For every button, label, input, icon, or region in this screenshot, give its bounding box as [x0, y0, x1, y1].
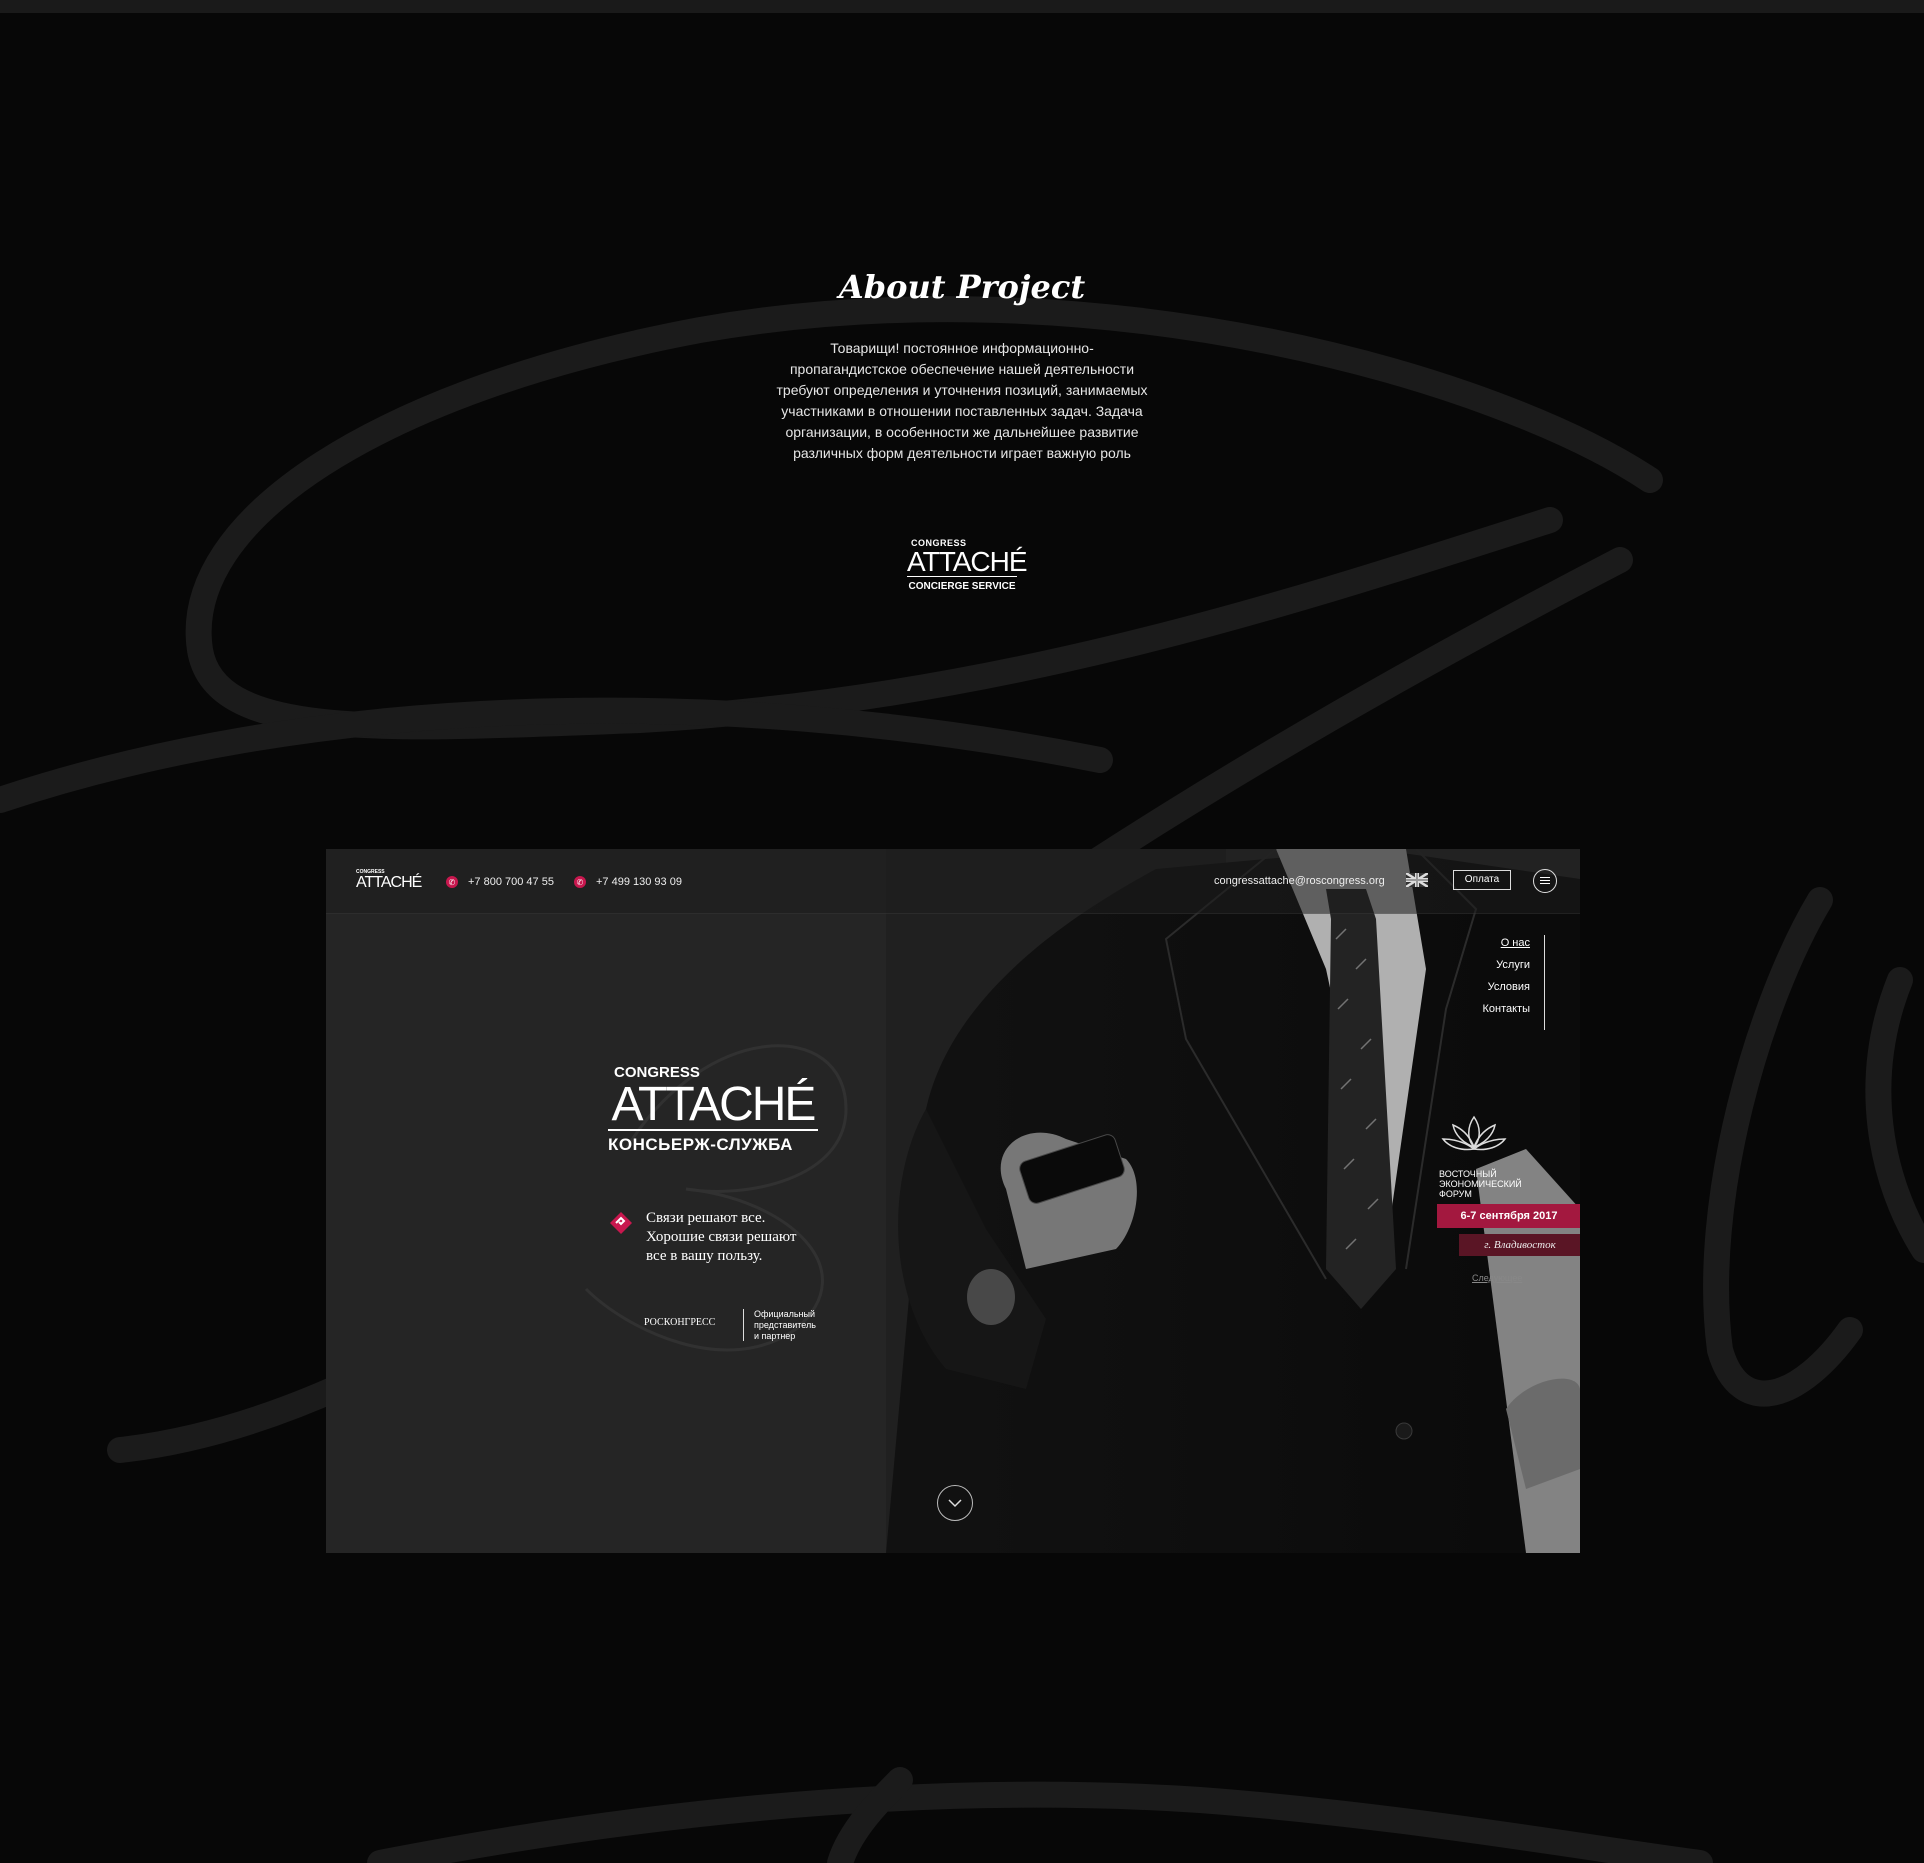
- side-nav: О нас Услуги Условия Контакты: [1482, 937, 1530, 1025]
- uk-flag-icon[interactable]: [1406, 873, 1428, 887]
- about-line: различных форм деятельности играет важну…: [793, 445, 1131, 461]
- about-line: участниками в отношении поставленных зад…: [781, 403, 1143, 419]
- payment-button[interactable]: Оплата: [1453, 870, 1511, 890]
- nav-item-about[interactable]: О нас: [1482, 937, 1530, 949]
- businessman-photo: [326, 849, 1580, 1553]
- about-line: пропагандистское обеспечение нашей деяте…: [789, 361, 1135, 377]
- top-bar: [0, 0, 1924, 13]
- tagline-line-1: Связи решают все.: [646, 1210, 766, 1226]
- forum-name-line: ВОСТОЧНЫЙ: [1439, 1169, 1497, 1179]
- about-line: Товарищи! постоянное информационно-: [830, 340, 1094, 356]
- website-mockup: CONGRESS ATTACHÉ ✆ +7 800 700 47 55 ✆ +7…: [326, 849, 1580, 1553]
- about-line: требуют определения и уточнения позиций,…: [776, 382, 1148, 398]
- nav-item-terms[interactable]: Условия: [1482, 981, 1530, 993]
- partner-description: Официальный представитель и партнер: [754, 1309, 816, 1342]
- partner-desc-line: представитель: [754, 1320, 816, 1330]
- about-line: организации, в особенности же дальнейшее…: [785, 424, 1139, 440]
- hero-logo: CONGRESS ATTACHÉ КОНСЬЕРЖ-СЛУЖБА: [608, 1064, 818, 1155]
- phone-icon: ✆: [574, 876, 586, 888]
- phone-link-1[interactable]: ✆ +7 800 700 47 55: [446, 876, 554, 888]
- tagline-line-2: Хорошие связи решают: [646, 1229, 797, 1245]
- site-logo-attache: ATTACHÉ: [356, 874, 422, 891]
- about-description: Товарищи! постоянное информационно- проп…: [752, 338, 1172, 464]
- partner-desc-line: Официальный: [754, 1309, 816, 1319]
- nav-item-contacts[interactable]: Контакты: [1482, 1003, 1530, 1015]
- nav-item-services[interactable]: Услуги: [1482, 959, 1530, 971]
- phone-number-1: +7 800 700 47 55: [468, 876, 554, 888]
- page: About Project Товарищи! постоянное инфор…: [0, 0, 1924, 1863]
- site-logo[interactable]: CONGRESS ATTACHÉ: [356, 869, 422, 891]
- tagline: Связи решают все. Хорошие связи решают в…: [609, 1209, 796, 1266]
- tagline-line-3: все в вашу пользу.: [646, 1248, 763, 1264]
- partner-desc-line: и партнер: [754, 1331, 796, 1341]
- email-link[interactable]: congressattache@roscongress.org: [1214, 875, 1385, 887]
- roscongress-logo[interactable]: РОСКОНГРЕСС: [644, 1317, 715, 1328]
- lotus-icon: [1441, 1115, 1507, 1151]
- forum-name: ВОСТОЧНЫЙ ЭКОНОМИЧЕСКИЙ ФОРУМ: [1439, 1169, 1522, 1199]
- scroll-down-button[interactable]: [937, 1485, 973, 1521]
- forum-name-line: ЭКОНОМИЧЕСКИЙ: [1439, 1179, 1522, 1189]
- logo-attache: ATTACHÉ: [907, 546, 1028, 577]
- chevron-down-icon: [948, 1499, 962, 1508]
- phone-number-2: +7 499 130 93 09: [596, 876, 682, 888]
- phone-link-2[interactable]: ✆ +7 499 130 93 09: [574, 876, 682, 888]
- about-title: About Project: [838, 268, 1086, 306]
- forum-date-badge[interactable]: 6-7 сентября 2017: [1437, 1204, 1580, 1228]
- nav-divider: [1544, 935, 1545, 1030]
- hero-service: КОНСЬЕРЖ-СЛУЖБА: [608, 1135, 793, 1154]
- hamburger-menu-icon[interactable]: [1533, 869, 1557, 893]
- connection-logo-icon: [610, 1212, 632, 1234]
- partner-divider: [743, 1309, 744, 1341]
- logo-concierge: CONCIERGE SERVICE: [908, 581, 1016, 592]
- forum-name-line: ФОРУМ: [1439, 1189, 1472, 1199]
- phone-icon: ✆: [446, 876, 458, 888]
- hero-attache: ATTACHÉ: [608, 1081, 818, 1131]
- forum-city-badge: г. Владивосток: [1459, 1234, 1580, 1256]
- brand-logo: CONGRESS ATTACHÉ CONCIERGE SERVICE: [0, 538, 1924, 592]
- next-event-link[interactable]: Следующее: [1472, 1273, 1522, 1283]
- site-header: CONGRESS ATTACHÉ ✆ +7 800 700 47 55 ✆ +7…: [326, 849, 1580, 914]
